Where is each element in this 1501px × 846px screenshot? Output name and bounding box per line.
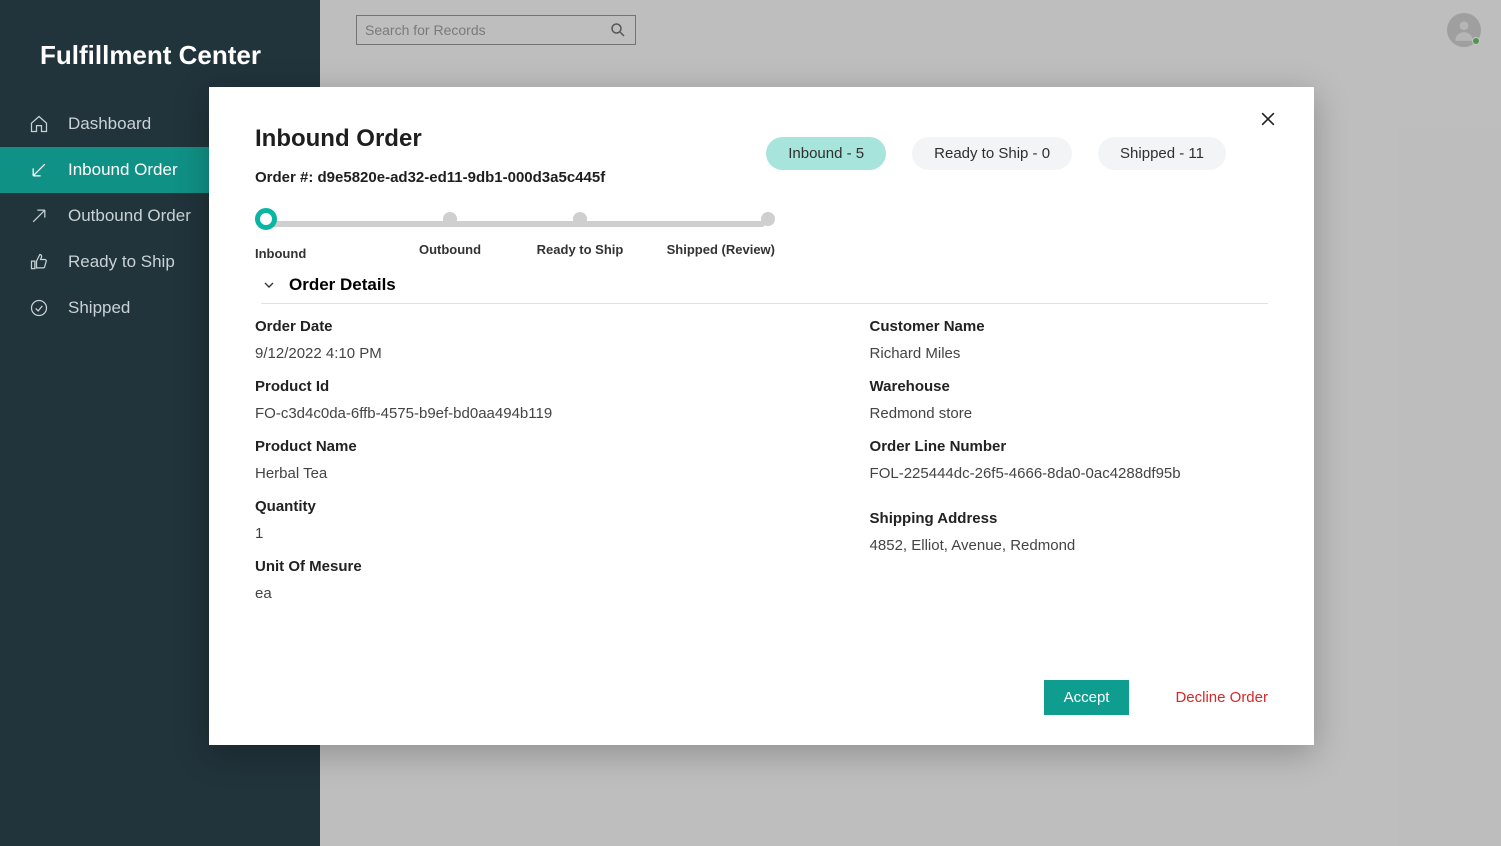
chip-inbound[interactable]: Inbound - 5 [766,137,886,170]
label-customer: Customer Name [870,318,1268,335]
order-number: Order #: d9e5820e-ad32-ed11-9db1-000d3a5… [255,169,605,186]
decline-order-link[interactable]: Decline Order [1175,689,1268,706]
label-product-id: Product Id [255,378,740,395]
home-icon [28,113,50,135]
app-title: Fulfillment Center [0,0,320,101]
check-circle-icon [28,297,50,319]
sidebar-item-label: Inbound Order [68,160,178,180]
value-product-name: Herbal Tea [255,465,740,482]
modal-title: Inbound Order [255,125,605,153]
value-order-line-number: FOL-225444dc-26f5-4666-8da0-0ac4288df95b [870,465,1268,482]
step-node [761,212,775,226]
step-node [573,212,587,226]
section-title: Order Details [289,275,396,295]
value-order-date: 9/12/2022 4:10 PM [255,345,740,362]
inbound-order-modal: Inbound Order Order #: d9e5820e-ad32-ed1… [209,87,1314,745]
sidebar-item-label: Shipped [68,298,130,318]
step-node-active [255,208,277,230]
thumbs-up-icon [28,251,50,273]
value-customer: Richard Miles [870,345,1268,362]
label-shipping-address: Shipping Address [870,510,1268,527]
chip-shipped[interactable]: Shipped - 11 [1098,137,1226,170]
value-uom: ea [255,585,740,602]
step-label: Ready to Ship [537,242,624,257]
label-warehouse: Warehouse [870,378,1268,395]
close-button[interactable] [1258,109,1278,134]
step-shipped: Shipped (Review) [645,212,775,261]
status-chips: Inbound - 5 Ready to Ship - 0 Shipped - … [766,137,1226,170]
progress-stepper: Inbound Outbound Ready to Ship Shipped (… [255,212,775,261]
step-inbound: Inbound [255,212,385,261]
chip-ready-to-ship[interactable]: Ready to Ship - 0 [912,137,1072,170]
value-warehouse: Redmond store [870,405,1268,422]
label-order-date: Order Date [255,318,740,335]
value-quantity: 1 [255,525,740,542]
label-product-name: Product Name [255,438,740,455]
label-order-line-number: Order Line Number [870,438,1268,455]
label-uom: Unit Of Mesure [255,558,740,575]
accept-button[interactable]: Accept [1044,680,1130,715]
modal-header: Inbound Order Order #: d9e5820e-ad32-ed1… [255,125,1268,186]
chevron-down-icon [261,277,277,293]
step-node [443,212,457,226]
modal-footer: Accept Decline Order [1044,680,1268,715]
step-label: Inbound [255,246,306,261]
sidebar-item-label: Ready to Ship [68,252,175,272]
step-label: Outbound [419,242,481,257]
order-details: Order Date 9/12/2022 4:10 PM Product Id … [255,318,1268,618]
arrow-up-right-icon [28,205,50,227]
step-ready: Ready to Ship [515,212,645,261]
value-shipping-address: 4852, Elliot, Avenue, Redmond [870,537,1268,554]
arrow-down-left-icon [28,159,50,181]
sidebar-item-label: Outbound Order [68,206,191,226]
section-order-details[interactable]: Order Details [261,275,1268,304]
step-label: Shipped (Review) [667,242,775,257]
value-product-id: FO-c3d4c0da-6ffb-4575-b9ef-bd0aa494b119 [255,405,740,422]
sidebar-item-label: Dashboard [68,114,151,134]
label-quantity: Quantity [255,498,740,515]
step-outbound: Outbound [385,212,515,261]
